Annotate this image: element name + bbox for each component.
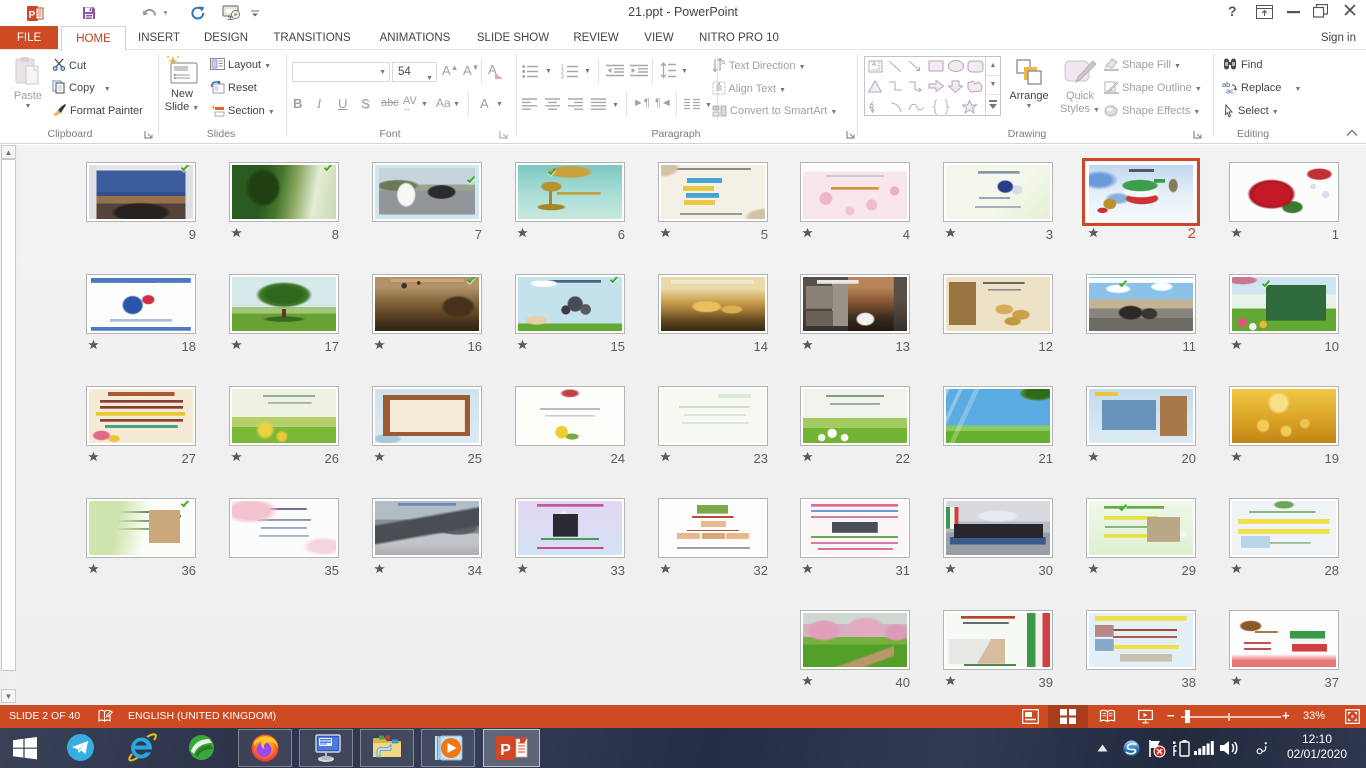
svg-text:3: 3 xyxy=(561,75,564,80)
svg-text:A: A xyxy=(721,60,726,67)
svg-text:ac: ac xyxy=(1226,87,1234,95)
svg-text:P: P xyxy=(500,742,511,759)
